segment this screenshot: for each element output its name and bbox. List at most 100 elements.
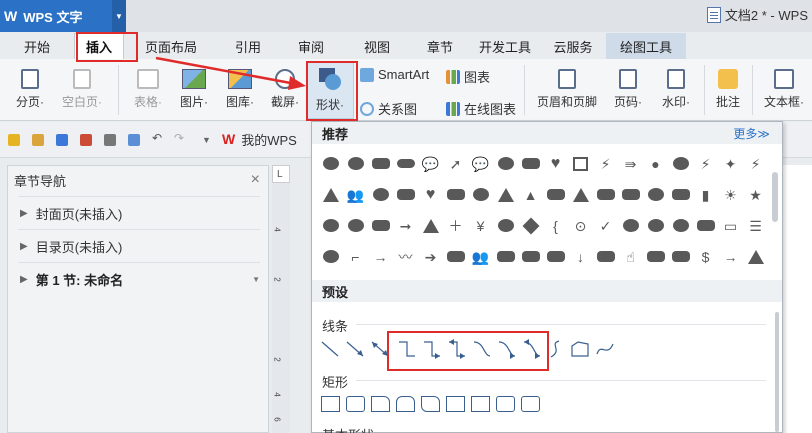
- line-shape-item[interactable]: [418, 338, 443, 363]
- recommended-shape-item[interactable]: ☰: [747, 218, 765, 234]
- tab-menu-7[interactable]: 开发工具: [470, 33, 540, 59]
- line-shape-item[interactable]: [543, 338, 568, 363]
- undo-icon[interactable]: ↶: [152, 132, 164, 144]
- rectangle-shape-item[interactable]: [321, 396, 340, 412]
- recommended-shape-item[interactable]: →: [372, 249, 390, 265]
- recommended-shape-item[interactable]: [497, 187, 514, 202]
- print-preview-icon[interactable]: [128, 134, 140, 146]
- recommended-shape-item[interactable]: →: [722, 249, 740, 265]
- recommended-shape-item[interactable]: ▮: [697, 187, 715, 203]
- recommended-shape-item[interactable]: [747, 249, 764, 264]
- recommended-shape-item[interactable]: [521, 158, 540, 169]
- line-shape-item[interactable]: [568, 338, 593, 363]
- recommended-shape-item[interactable]: [322, 157, 339, 170]
- recommended-shape-item[interactable]: [671, 251, 690, 262]
- recommended-shape-item[interactable]: [446, 251, 465, 262]
- recommended-shape-item[interactable]: ➚: [447, 156, 465, 172]
- tab-menu-0[interactable]: 开始: [0, 33, 74, 59]
- print-icon[interactable]: [104, 134, 116, 146]
- line-shape-item[interactable]: [368, 338, 393, 363]
- line-shape-item[interactable]: [518, 338, 543, 363]
- app-menu-dropdown-icon[interactable]: ▼: [112, 0, 126, 32]
- recommended-shape-item[interactable]: [322, 219, 339, 232]
- header-footer-button[interactable]: 页眉和页脚: [532, 69, 602, 110]
- nav-item-cover[interactable]: ▶ 封面页(未插入): [20, 198, 260, 228]
- recommended-shape-item[interactable]: [497, 157, 514, 170]
- recommended-shape-item[interactable]: [696, 220, 715, 231]
- recommended-shape-item[interactable]: ¥: [472, 218, 490, 234]
- rectangle-shape-item[interactable]: [421, 396, 440, 412]
- recommended-shape-item[interactable]: 👥: [472, 249, 490, 265]
- nav-item-toc[interactable]: ▶ 目录页(未插入): [20, 231, 260, 261]
- recommended-shape-item[interactable]: [596, 189, 615, 200]
- recommended-shape-item[interactable]: [647, 188, 664, 201]
- tab-menu-6[interactable]: 章节: [410, 33, 470, 59]
- recommended-shape-item[interactable]: ▲: [522, 187, 540, 203]
- recommended-shape-item[interactable]: ⇛: [622, 156, 640, 172]
- recommended-shape-item[interactable]: ♥: [423, 186, 439, 202]
- tab-menu-5[interactable]: 视图: [344, 33, 410, 59]
- recommended-shape-item[interactable]: ⚡: [697, 156, 715, 172]
- line-shape-item[interactable]: [593, 338, 618, 363]
- page-number-button[interactable]: 页码·: [606, 69, 650, 110]
- recommended-shape-item[interactable]: [546, 251, 565, 262]
- recommended-scrollbar[interactable]: [772, 172, 778, 222]
- recommended-shape-item[interactable]: [646, 251, 665, 262]
- recommended-shape-item[interactable]: [672, 157, 689, 170]
- recommended-shape-item[interactable]: ▭: [722, 218, 740, 234]
- recommended-shape-item[interactable]: [322, 250, 339, 263]
- rectangle-shape-item[interactable]: [396, 396, 415, 412]
- recommended-shape-item[interactable]: [573, 156, 588, 171]
- recommended-shape-item[interactable]: [396, 189, 415, 200]
- recommended-shape-item[interactable]: ➔: [422, 249, 440, 265]
- save-icon[interactable]: [56, 134, 68, 146]
- recommended-shape-item[interactable]: [522, 217, 539, 234]
- open-folder-icon[interactable]: [32, 134, 44, 146]
- recommended-shape-item[interactable]: 💬: [422, 156, 440, 172]
- recommended-shape-item[interactable]: ⚡: [597, 156, 615, 172]
- document-area[interactable]: [783, 165, 812, 433]
- line-shape-item[interactable]: [393, 338, 418, 363]
- recommended-shape-item[interactable]: [446, 189, 465, 200]
- tab-menu-9[interactable]: 绘图工具: [606, 33, 686, 59]
- recommended-shape-item[interactable]: [497, 219, 514, 232]
- redo-icon[interactable]: ↷: [174, 132, 186, 144]
- recommended-shape-item[interactable]: [472, 188, 489, 201]
- recommended-shape-item[interactable]: [572, 187, 589, 202]
- rectangle-shape-item[interactable]: [471, 396, 490, 412]
- rectangle-shape-item[interactable]: [371, 396, 390, 412]
- recommended-shape-item[interactable]: ☝: [622, 249, 640, 265]
- tab-insert[interactable]: 插入: [74, 33, 124, 59]
- recommended-shape-item[interactable]: ⚡: [747, 156, 765, 172]
- chart-button[interactable]: 图表: [446, 67, 490, 86]
- line-shape-item[interactable]: [493, 338, 518, 363]
- recommended-shape-item[interactable]: [371, 220, 390, 231]
- relation-button[interactable]: 关系图: [360, 99, 417, 118]
- presets-scrollbar[interactable]: [775, 312, 779, 432]
- section-dropdown-icon[interactable]: ▼: [252, 275, 260, 284]
- expand-arrow-icon[interactable]: ▶: [20, 241, 28, 252]
- expand-arrow-icon[interactable]: ▶: [20, 208, 28, 219]
- tab-stop-selector[interactable]: L: [272, 165, 290, 183]
- recommended-shape-item[interactable]: {: [547, 218, 565, 234]
- rectangle-shape-item[interactable]: [496, 396, 515, 412]
- rectangle-shape-item[interactable]: [521, 396, 540, 412]
- expand-arrow-icon[interactable]: ▶: [20, 274, 28, 285]
- line-shape-item[interactable]: [443, 338, 468, 363]
- recommended-shape-item[interactable]: [347, 157, 364, 170]
- recommended-shape-item[interactable]: ↓: [572, 249, 590, 265]
- recommended-shape-item[interactable]: ＋: [447, 218, 465, 234]
- recommended-shape-item[interactable]: [322, 187, 339, 202]
- recommended-shape-item[interactable]: [546, 189, 565, 200]
- recommended-shape-item[interactable]: ⊙: [572, 218, 590, 234]
- line-shape-item[interactable]: [343, 338, 368, 363]
- recommended-shape-item[interactable]: [347, 219, 364, 232]
- recommended-shape-item[interactable]: [622, 219, 639, 232]
- recommended-shape-item[interactable]: [422, 218, 439, 233]
- recommended-shape-item[interactable]: ☀: [722, 187, 740, 203]
- blank-page-button[interactable]: 空白页·: [56, 69, 108, 110]
- my-wps-tab[interactable]: W 我的WPS: [222, 124, 297, 154]
- export-pdf-icon[interactable]: [80, 134, 92, 146]
- smartart-button[interactable]: SmartArt: [360, 67, 429, 82]
- nav-item-section-1[interactable]: ▶ 第 1 节: 未命名 ▼: [20, 264, 260, 294]
